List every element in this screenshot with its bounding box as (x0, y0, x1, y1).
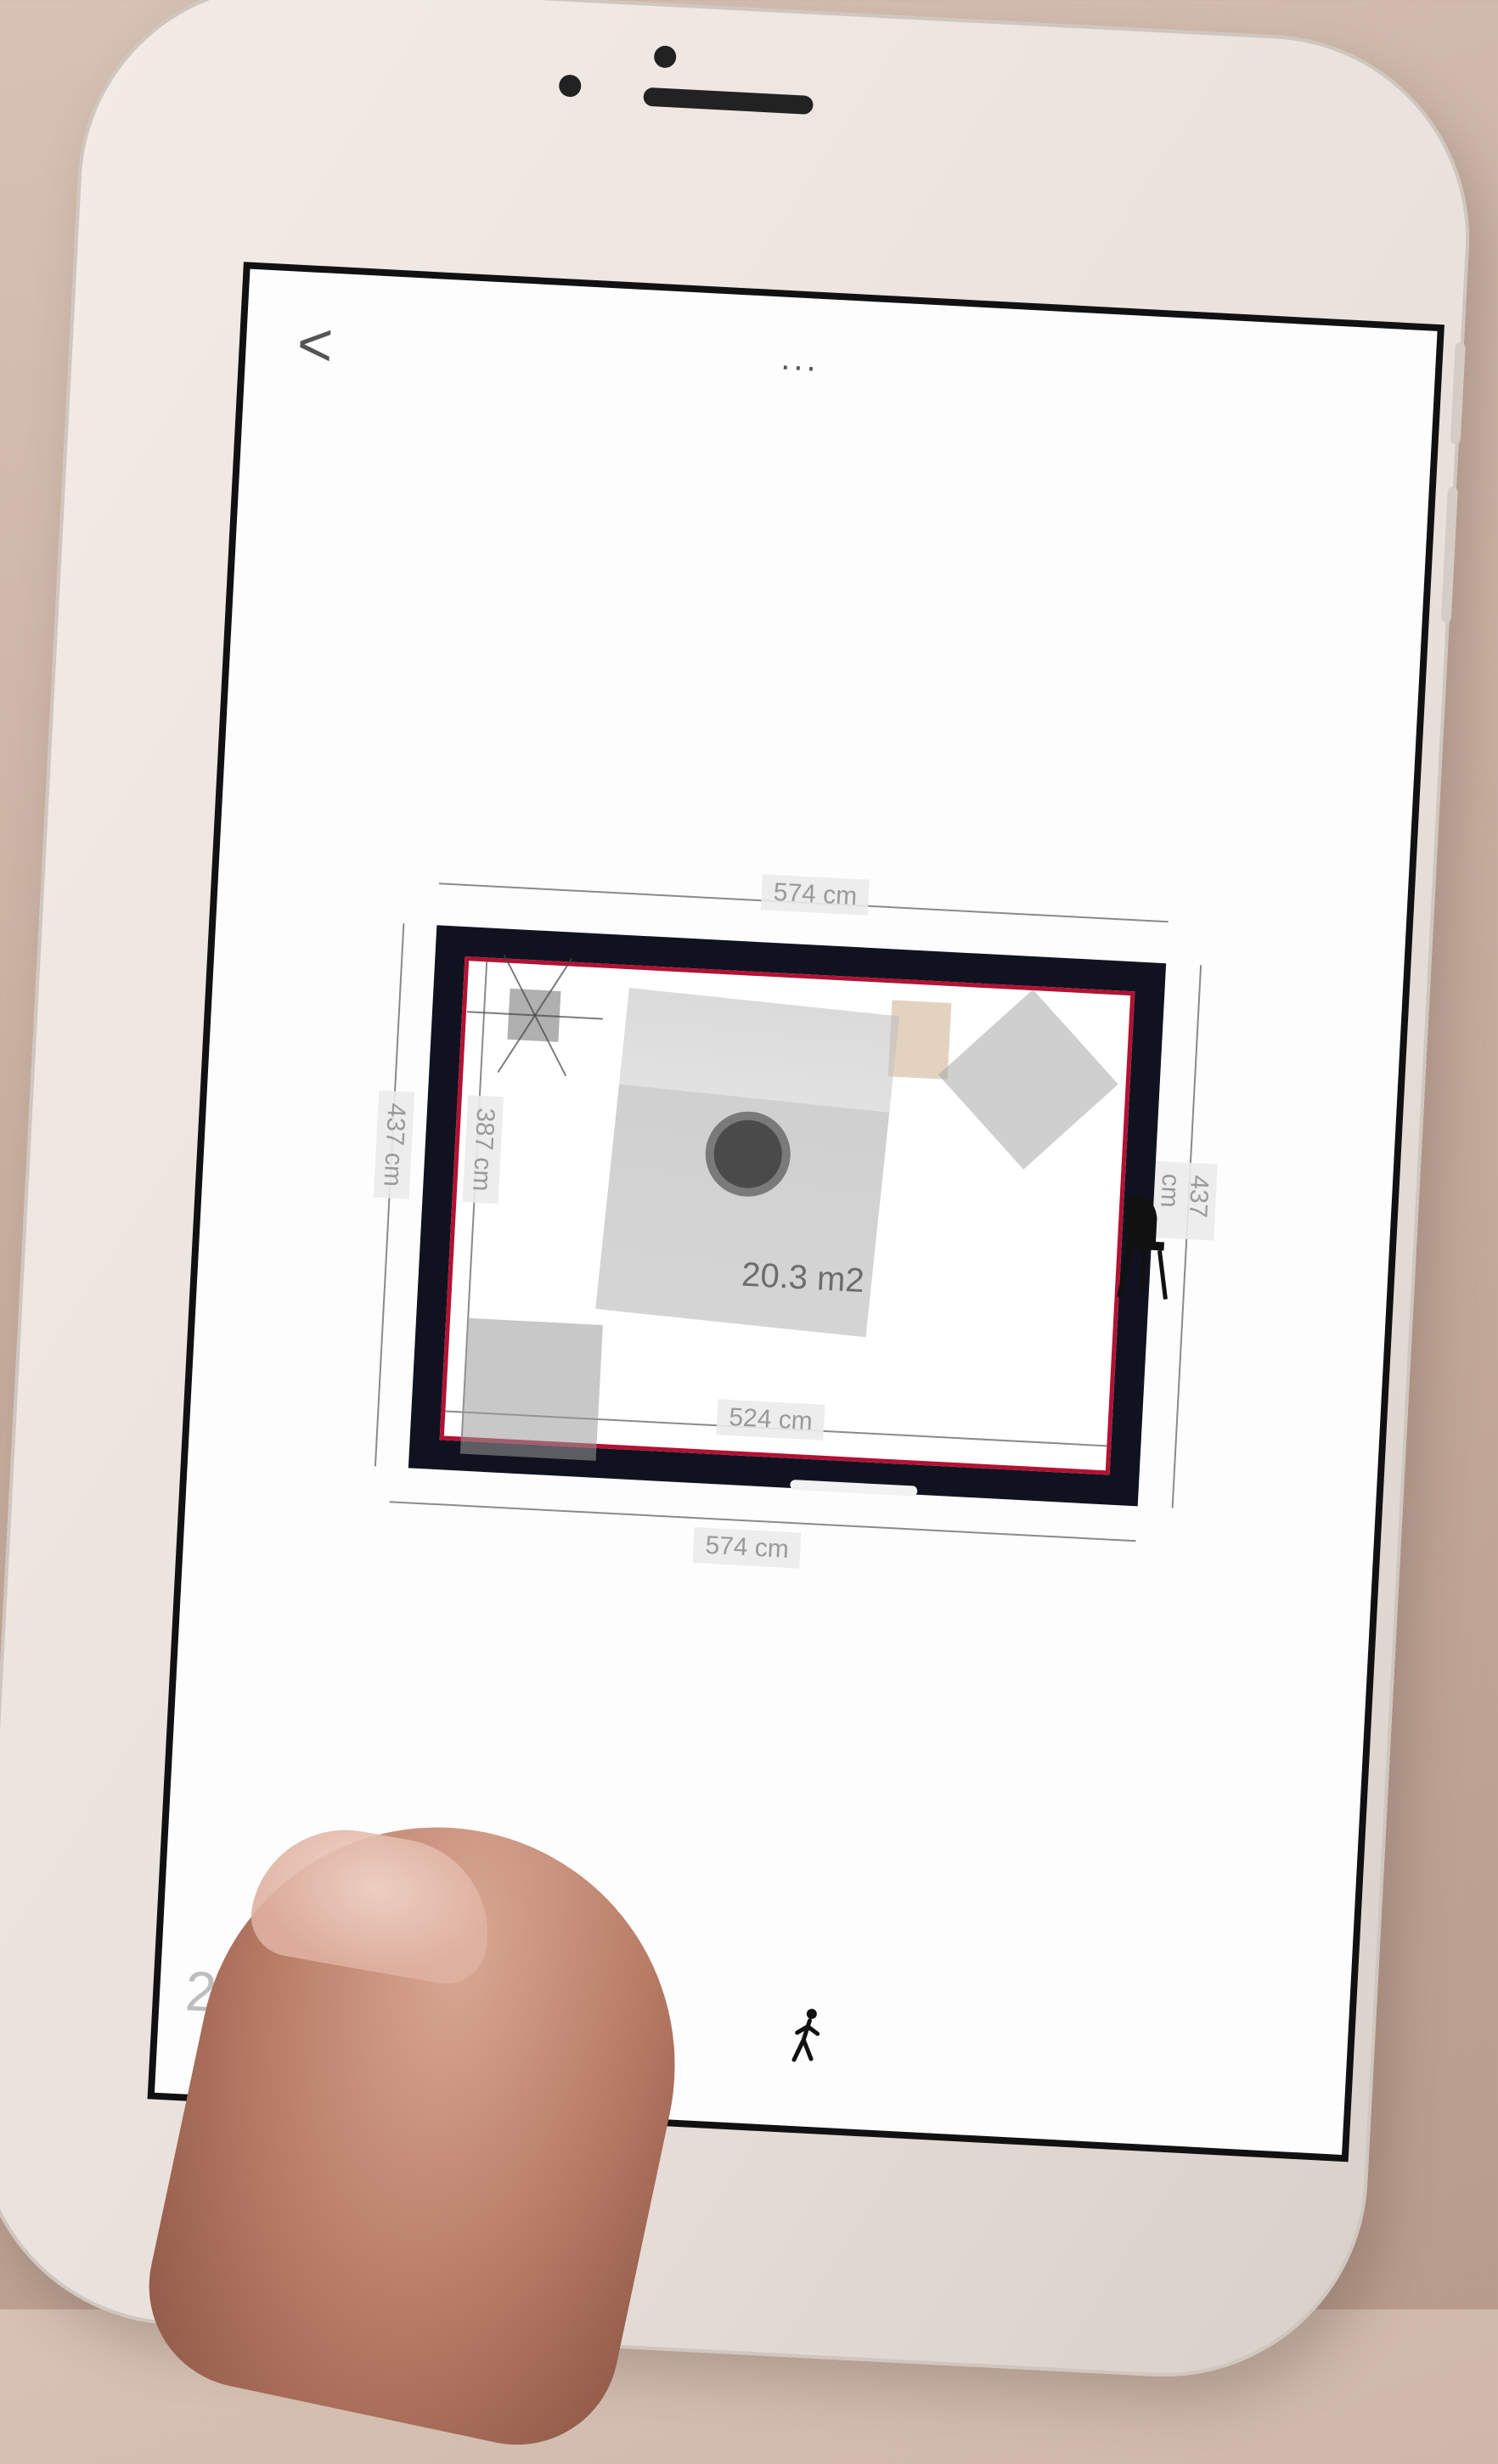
power-button (1440, 486, 1458, 623)
back-button[interactable]: < (296, 310, 350, 380)
room-area-label: 20.3 m2 (741, 1255, 865, 1300)
wooden-cabinet[interactable] (887, 1000, 952, 1080)
inner-height-label: 387 cm (462, 1095, 504, 1204)
front-camera (653, 45, 677, 69)
more-options-button[interactable]: ... (780, 340, 821, 380)
more-icon: ... (780, 339, 821, 379)
earpiece-speaker (643, 87, 814, 116)
floor-plan[interactable]: 574 cm 437 cm 437 cm 524 cm 387 cm 20.3 … (354, 871, 1236, 1577)
proximity-sensor (558, 74, 582, 98)
left-height-label: 437 cm (373, 1090, 415, 1200)
side-table[interactable] (459, 1317, 603, 1461)
chevron-left-icon: < (295, 309, 335, 380)
top-width-label: 574 cm (760, 874, 870, 916)
bottom-width-label: 574 cm (692, 1527, 802, 1569)
person-walking-icon[interactable] (785, 2007, 831, 2073)
volume-button (1450, 342, 1466, 445)
inner-width-label: 524 cm (716, 1399, 825, 1441)
chair-icon[interactable] (1114, 1191, 1180, 1308)
